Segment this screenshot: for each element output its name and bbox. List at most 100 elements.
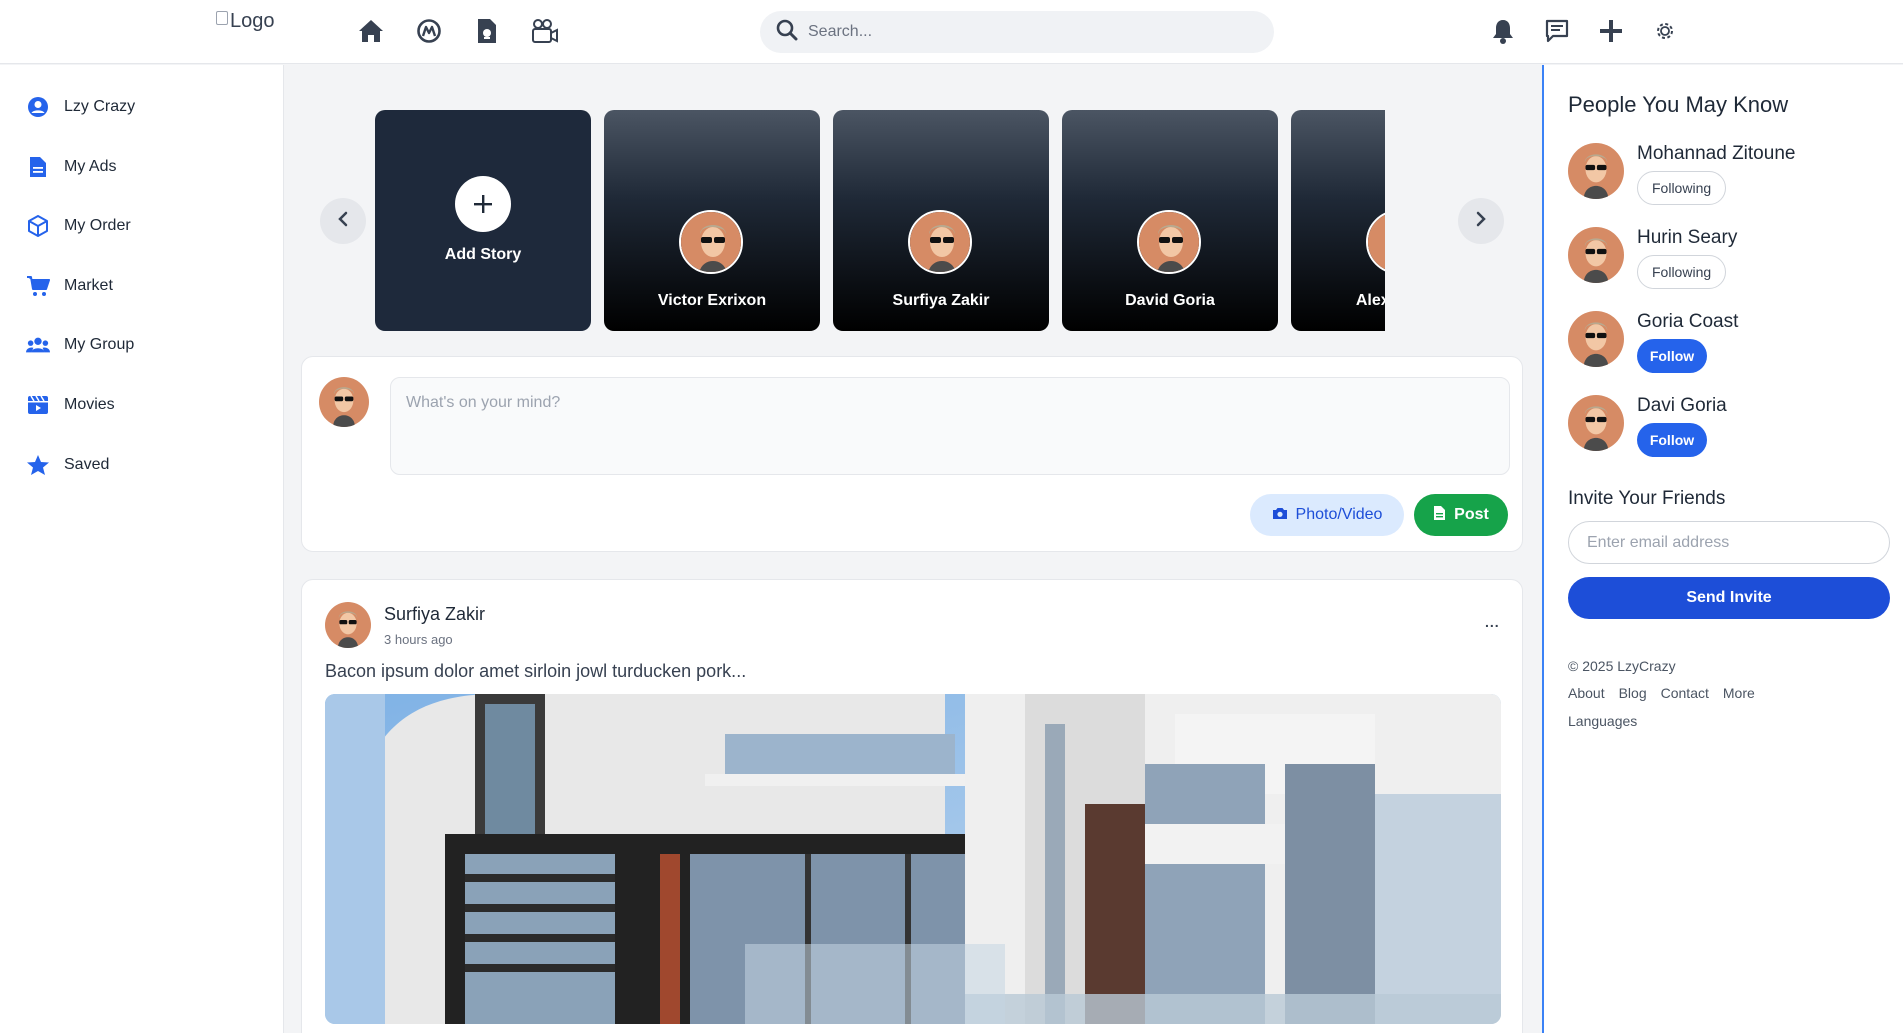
post-author[interactable]: Surfiya Zakir <box>384 604 485 625</box>
footer-link-languages[interactable]: Languages <box>1568 713 1637 729</box>
logo-alt-text: Logo <box>230 10 275 32</box>
following-button[interactable]: Following <box>1637 171 1727 205</box>
footer-link-contact[interactable]: Contact <box>1661 685 1709 701</box>
send-invite-button[interactable]: Send Invite <box>1568 577 1890 619</box>
plus-icon <box>455 176 511 232</box>
sidebar-item-my-group[interactable]: My Group <box>26 333 134 357</box>
search-bar[interactable] <box>760 11 1274 53</box>
story-card[interactable]: David Goria <box>1062 110 1278 331</box>
sidebar-item-profile[interactable]: Lzy Crazy <box>26 95 135 119</box>
invite-title: Invite Your Friends <box>1568 488 1726 509</box>
post-card: Surfiya Zakir 3 hours ago ... Bacon ipsu… <box>301 579 1523 1033</box>
post-button[interactable]: Post <box>1414 494 1508 536</box>
suggestion-name[interactable]: Hurin Seary <box>1637 227 1737 249</box>
story-card[interactable]: Surfiya Zakir <box>833 110 1049 331</box>
video-camera-icon[interactable] <box>530 14 560 48</box>
avatar[interactable] <box>1568 227 1624 283</box>
market-logo-icon[interactable] <box>414 14 444 48</box>
avatar <box>1366 210 1385 274</box>
gear-icon[interactable] <box>1649 14 1681 48</box>
sidebar-item-saved[interactable]: Saved <box>26 453 109 477</box>
search-input[interactable] <box>808 23 1228 41</box>
broken-image-icon <box>216 10 228 25</box>
story-card[interactable]: Victor Exrixon <box>604 110 820 331</box>
home-icon[interactable] <box>356 14 386 48</box>
suggestion-item: Davi Goria Follow <box>1568 395 1888 457</box>
suggestion-item: Hurin Seary Following <box>1568 227 1888 289</box>
right-sidebar: People You May Know Mohannad Zitoune Fol… <box>1542 65 1903 1033</box>
story-name: Surfiya Zakir <box>892 292 990 309</box>
sidebar-item-my-ads[interactable]: My Ads <box>26 155 116 179</box>
suggestion-name[interactable]: Goria Coast <box>1637 311 1738 333</box>
composer-card: Photo/Video Post <box>301 356 1523 552</box>
header-actions <box>1487 14 1681 48</box>
message-icon[interactable] <box>1541 14 1573 48</box>
sidebar-item-label: Movies <box>64 396 115 413</box>
chevron-right-icon <box>1475 211 1487 232</box>
copyright-text: © 2025 LzyCrazy <box>1568 658 1676 674</box>
stories-next-button[interactable] <box>1458 198 1504 244</box>
cart-icon <box>26 274 50 298</box>
follow-button[interactable]: Follow <box>1637 339 1707 373</box>
suggestion-item: Goria Coast Follow <box>1568 311 1888 373</box>
file-icon[interactable] <box>472 14 502 48</box>
footer-link-about[interactable]: About <box>1568 685 1605 701</box>
follow-button[interactable]: Follow <box>1637 423 1707 457</box>
main-nav <box>356 14 560 48</box>
people-title: People You May Know <box>1568 92 1789 117</box>
post-menu-button[interactable]: ... <box>1485 614 1500 630</box>
sidebar-item-label: Lzy Crazy <box>64 98 136 115</box>
star-icon <box>26 453 50 477</box>
avatar[interactable] <box>325 602 371 648</box>
story-card[interactable]: Alex Moore <box>1291 110 1385 331</box>
avatar <box>319 377 369 427</box>
sidebar-item-market[interactable]: Market <box>26 274 113 298</box>
stories-prev-button[interactable] <box>320 198 366 244</box>
avatar <box>1137 210 1201 274</box>
group-icon <box>26 333 50 357</box>
post-label: Post <box>1454 506 1489 523</box>
avatar[interactable] <box>1568 143 1624 199</box>
sidebar-item-label: My Ads <box>64 158 117 175</box>
logo[interactable]: Logo <box>216 10 275 33</box>
document-icon <box>26 155 50 179</box>
story-name: Alex Moore <box>1355 292 1385 309</box>
sidebar-item-movies[interactable]: Movies <box>26 393 115 417</box>
following-button[interactable]: Following <box>1637 255 1727 289</box>
left-sidebar: Lzy Crazy My Ads My Order Market My Grou… <box>0 65 284 1033</box>
suggestion-item: Mohannad Zitoune Following <box>1568 143 1888 205</box>
photo-video-button[interactable]: Photo/Video <box>1250 494 1404 536</box>
sidebar-item-label: Saved <box>64 456 110 473</box>
user-circle-icon <box>26 95 50 119</box>
film-icon <box>26 393 50 417</box>
camera-icon <box>1272 506 1288 525</box>
bell-icon[interactable] <box>1487 14 1519 48</box>
stories-strip: Add Story Victor Exrixon Surfiya Zakir D… <box>375 65 1385 365</box>
post-image[interactable] <box>325 694 1501 1024</box>
sidebar-item-my-order[interactable]: My Order <box>26 214 131 238</box>
post-timestamp: 3 hours ago <box>384 632 453 647</box>
footer-links: About Blog Contact More <box>1568 685 1755 701</box>
avatar[interactable] <box>1568 311 1624 367</box>
main-feed: Add Story Victor Exrixon Surfiya Zakir D… <box>284 65 1542 1033</box>
story-name: David Goria <box>1125 292 1215 309</box>
chevron-left-icon <box>337 211 349 232</box>
add-story-card[interactable]: Add Story <box>375 110 591 331</box>
photo-video-label: Photo/Video <box>1295 506 1383 523</box>
suggestion-name[interactable]: Mohannad Zitoune <box>1637 143 1795 165</box>
footer-link-more[interactable]: More <box>1723 685 1755 701</box>
top-bar: Logo <box>0 0 1903 64</box>
story-name: Victor Exrixon <box>657 292 767 309</box>
sidebar-item-label: My Order <box>64 217 131 234</box>
suggestion-name[interactable]: Davi Goria <box>1637 395 1727 417</box>
post-composer-input[interactable] <box>390 377 1510 475</box>
footer-link-blog[interactable]: Blog <box>1619 685 1647 701</box>
sidebar-item-label: Market <box>64 277 113 294</box>
avatar <box>908 210 972 274</box>
box-icon <box>26 214 50 238</box>
post-text: Bacon ipsum dolor amet sirloin jowl turd… <box>325 661 747 681</box>
invite-email-input[interactable] <box>1568 521 1890 564</box>
search-icon <box>776 19 798 46</box>
avatar[interactable] <box>1568 395 1624 451</box>
plus-icon[interactable] <box>1595 14 1627 48</box>
